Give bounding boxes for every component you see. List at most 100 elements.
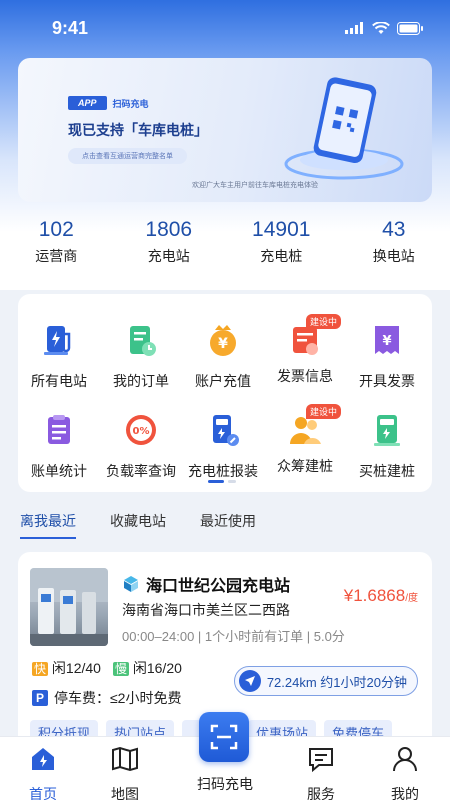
fast-availability: 快 闲12/40 [32,658,101,678]
banner-app-tag: APP [68,96,107,110]
nav-label: 首页 [29,786,57,800]
invoice-info-icon-wrap: 建设中 [287,314,341,358]
pager-dot-active [208,480,224,483]
banner-headline: 现已支持「车库电桩」 [68,122,208,138]
load-rate-icon: 0% [126,415,156,445]
navigation-arrow-icon [238,670,261,692]
banner-tag: APP 扫码充电 [68,96,149,110]
slow-availability: 慢 闲16/20 [112,658,182,678]
user-icon [393,747,417,772]
promo-banner[interactable]: APP 扫码充电 现已支持「车库电桩」 点击查看互通运营商完整名单 欢迎广大车主… [18,58,432,202]
price-value: ¥1.6868 [343,586,406,605]
slow-tag: 慢 [112,662,129,676]
load-rate-icon-text: 0% [133,426,150,437]
service-buy-pile[interactable]: 买桩建桩 [346,412,428,481]
navigate-button[interactable]: 72.24km 约1小时20分钟 [233,666,418,696]
crowdfund-icon-wrap: 建设中 [287,404,341,448]
service-my-orders[interactable]: 我的订单 [100,322,182,391]
wifi-icon [372,21,390,34]
pile-availability: 快 闲12/40 慢 闲16/20 [32,658,182,678]
stat-swap-stations[interactable]: 43 换电站 [338,218,450,274]
under-construction-badge: 建设中 [305,314,341,329]
station-name: 海口世纪公园充电站 [146,578,291,595]
stat-value: 14901 [252,218,311,241]
station-title-row: 海口世纪公园充电站 [122,572,290,596]
service-label: 开具发票 [359,373,415,389]
phone-qr-illustration-icon [284,77,404,180]
operator-logo-icon [124,576,138,592]
scan-icon [210,724,238,750]
issue-invoice-icon: ¥ [375,326,399,354]
service-chat-icon [309,748,333,773]
stat-operators[interactable]: 102 运营商 [0,218,113,274]
stat-label: 换电站 [372,248,415,264]
scan-charge-label: 扫码充电 [197,776,253,792]
station-price: ¥1.6868/度 [344,586,418,606]
battery-icon [397,21,423,35]
station-address: 海南省海口市美兰区二西路 [122,602,290,618]
service-bill-stats[interactable]: 账单统计 [18,412,100,481]
service-load-rate[interactable]: 0% 负载率查询 [100,412,182,481]
station-hours: 00:00–24:00 | 1个小时前有订单 | 5.0分 [122,629,345,644]
parking-icon: P [32,690,48,706]
station-tabs: 离我最近 收藏电站 最近使用 [20,511,256,539]
status-bar: 9:41 [0,0,450,56]
buy-pile-icon [374,415,400,446]
svg-text:¥: ¥ [218,336,228,352]
station-photo [30,568,108,646]
nav-map[interactable]: 地图 [90,745,160,800]
fast-count: 闲12/40 [51,660,101,676]
service-invoice-info[interactable]: 建设中 发票信息 [264,314,346,386]
recharge-icon: ¥ [210,325,236,356]
banner-operator-list-link[interactable]: 点击查看互通运营商完整名单 [68,148,187,164]
service-label: 充电桩报装 [188,463,258,479]
tab-nearest[interactable]: 离我最近 [20,511,76,539]
nav-mine[interactable]: 我的 [370,745,440,800]
stat-piles[interactable]: 14901 充电桩 [225,218,338,274]
services-pager [208,480,236,483]
service-label: 众筹建桩 [277,458,333,474]
service-label: 账单统计 [31,463,87,479]
tab-favorites[interactable]: 收藏电站 [110,511,166,539]
stat-label: 充电站 [147,248,190,264]
stat-label: 充电桩 [260,248,303,264]
tab-recent[interactable]: 最近使用 [200,511,256,539]
nav-label: 地图 [111,786,139,800]
scan-charge-button[interactable] [199,712,249,762]
pile-apply-icon [213,415,239,446]
nav-label: 我的 [391,786,419,800]
service-label: 买桩建桩 [359,463,415,479]
banner-footnote: 欢迎广大车主用户前往车库电桩充电体验 [192,182,318,189]
stat-stations[interactable]: 1806 充电站 [113,218,226,274]
under-construction-badge: 建设中 [305,404,341,419]
nav-label: 服务 [307,786,335,800]
services-grid: 所有电站 我的订单 ¥ 账户充值 建设中 发票信息 ¥ 开具发票 账单统计 0%… [18,294,432,492]
service-crowdfund[interactable]: 建设中 众筹建桩 [264,404,346,476]
service-issue-invoice[interactable]: ¥ 开具发票 [346,322,428,391]
pager-dot [228,480,236,483]
service-label: 负载率查询 [106,463,176,479]
nav-service[interactable]: 服务 [286,745,356,800]
service-label: 账户充值 [195,373,251,389]
fast-tag: 快 [32,662,49,676]
map-icon [112,746,138,772]
service-label: 我的订单 [113,373,169,389]
service-all-stations[interactable]: 所有电站 [18,322,100,391]
distance-text: 72.24km 约1小时20分钟 [266,674,407,690]
nav-home[interactable]: 首页 [8,745,78,800]
price-unit: /度 [405,593,418,604]
svg-text:¥: ¥ [382,334,391,349]
home-icon [32,748,54,770]
bill-stats-icon [48,415,70,444]
station-icon [44,326,71,355]
stat-value: 102 [38,218,74,241]
cellular-signal-icon [345,22,363,34]
service-recharge[interactable]: ¥ 账户充值 [182,322,264,391]
service-pile-apply[interactable]: 充电桩报装 [182,412,264,481]
slow-count: 闲16/20 [132,660,182,676]
stats-row: 102 运营商 1806 充电站 14901 充电桩 43 换电站 [0,218,450,274]
stat-label: 运营商 [35,248,78,264]
status-time: 9:41 [52,17,89,38]
order-icon [130,326,156,356]
stat-value: 43 [382,218,406,241]
